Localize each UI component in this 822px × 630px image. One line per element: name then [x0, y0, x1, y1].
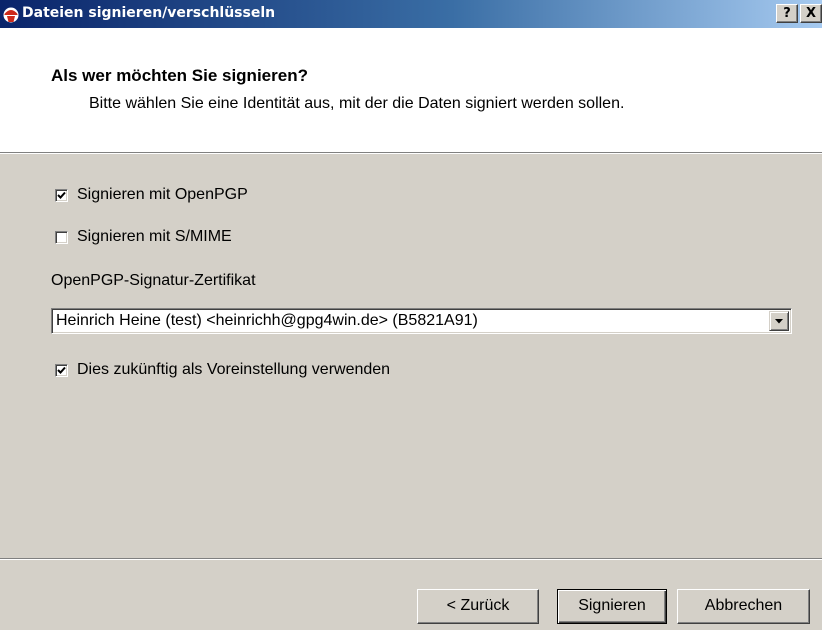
default-checkbox[interactable]	[55, 363, 68, 377]
close-button[interactable]: X	[800, 4, 822, 23]
default-label: Dies zukünftig als Voreinstellung verwen…	[77, 361, 391, 378]
check-icon	[57, 366, 66, 374]
footer-divider-highlight	[0, 559, 822, 560]
openpgp-option[interactable]: Signieren mit OpenPGP	[55, 186, 248, 204]
smime-checkbox[interactable]	[55, 230, 68, 244]
cancel-button[interactable]: Abbrechen	[677, 589, 810, 624]
certificate-selected-value: Heinrich Heine (test) <heinrichh@gpg4win…	[56, 312, 478, 329]
kleopatra-app-icon	[3, 7, 19, 23]
openpgp-checkbox[interactable]	[55, 188, 68, 202]
certificate-select[interactable]: Heinrich Heine (test) <heinrichh@gpg4win…	[51, 308, 792, 334]
smime-label: Signieren mit S/MIME	[77, 228, 232, 245]
sign-encrypt-dialog: Dateien signieren/verschlüsseln ? X Als …	[0, 0, 822, 630]
page-title: Als wer möchten Sie signieren?	[51, 66, 308, 85]
page-subtitle: Bitte wählen Sie eine Identität aus, mit…	[89, 95, 625, 112]
back-button[interactable]: < Zurück	[417, 589, 539, 624]
chevron-down-icon	[775, 319, 783, 324]
default-option[interactable]: Dies zukünftig als Voreinstellung verwen…	[55, 361, 390, 379]
smime-option[interactable]: Signieren mit S/MIME	[55, 228, 232, 246]
sign-button[interactable]: Signieren	[557, 589, 667, 624]
dropdown-button[interactable]	[769, 311, 789, 331]
certificate-label: OpenPGP-Signatur-Zertifikat	[51, 272, 256, 289]
window-title: Dateien signieren/verschlüsseln	[22, 5, 276, 21]
help-button[interactable]: ?	[776, 4, 798, 23]
openpgp-label: Signieren mit OpenPGP	[77, 186, 248, 203]
wizard-header: Als wer möchten Sie signieren? Bitte wäh…	[0, 28, 822, 154]
check-icon	[57, 191, 66, 199]
title-bar[interactable]: Dateien signieren/verschlüsseln ? X	[0, 0, 822, 28]
